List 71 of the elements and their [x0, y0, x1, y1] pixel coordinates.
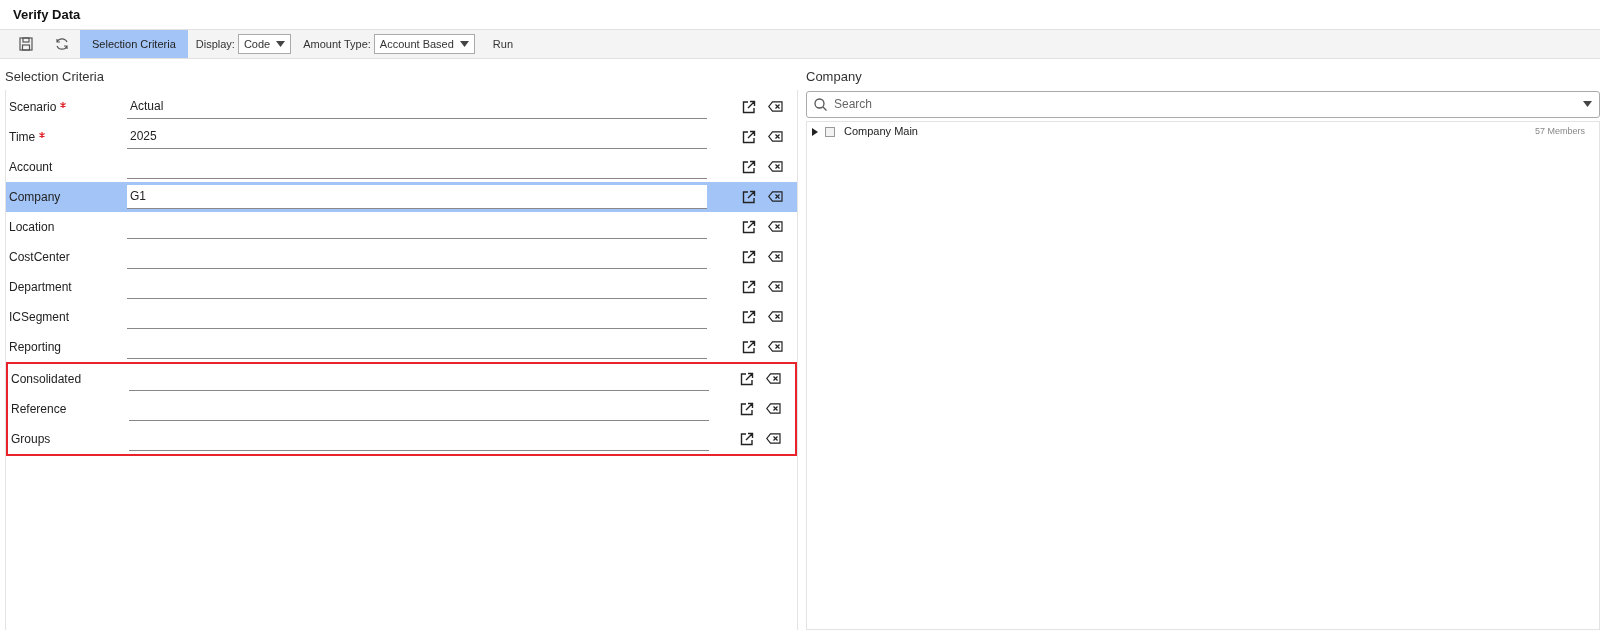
field-input[interactable]: 2025	[127, 124, 707, 149]
field-label: Time	[9, 127, 127, 146]
open-external-icon[interactable]	[742, 129, 756, 144]
open-external-icon[interactable]	[742, 219, 756, 234]
clear-icon[interactable]	[766, 403, 781, 414]
criteria-row[interactable]: Groups	[8, 423, 795, 454]
criteria-row[interactable]: Time 2025	[6, 121, 797, 152]
clear-icon[interactable]	[768, 131, 783, 142]
open-external-icon[interactable]	[742, 279, 756, 294]
criteria-row[interactable]: Location	[6, 211, 797, 242]
field-label: Reference	[11, 400, 68, 418]
caret-icon	[459, 41, 469, 47]
criteria-row[interactable]: CostCenter	[6, 241, 797, 272]
open-external-icon[interactable]	[742, 339, 756, 354]
amount-type-dropdown[interactable]: Account Based	[373, 34, 475, 54]
field-label: Scenario	[9, 97, 127, 116]
clear-icon[interactable]	[768, 251, 783, 262]
clear-icon[interactable]	[768, 341, 783, 352]
search-field[interactable]: Search	[806, 90, 1600, 118]
field-label: Account	[9, 158, 54, 176]
clear-icon[interactable]	[768, 101, 783, 112]
criteria-row[interactable]: Consolidated	[8, 363, 795, 394]
field-input[interactable]: Actual	[127, 94, 707, 119]
field-label: Consolidated	[11, 370, 83, 388]
refresh-icon[interactable]	[55, 37, 69, 51]
clear-icon[interactable]	[768, 281, 783, 292]
criteria-row[interactable]: Scenario Actual	[6, 91, 797, 122]
clear-icon[interactable]	[768, 311, 783, 322]
amount-type-label: Amount Type:	[303, 36, 371, 52]
open-external-icon[interactable]	[740, 431, 754, 446]
clear-icon[interactable]	[768, 221, 783, 232]
collapsed-caret-icon[interactable]	[812, 127, 818, 136]
criteria-row[interactable]: Company G1	[6, 181, 797, 212]
panel-title: Company	[806, 68, 863, 86]
field-label: ICSegment	[9, 308, 71, 326]
search-icon	[814, 97, 827, 111]
display-dropdown[interactable]: Code	[237, 34, 292, 54]
criteria-row[interactable]: Account	[6, 151, 797, 182]
open-external-icon[interactable]	[740, 371, 754, 386]
field-label: Reporting	[9, 338, 63, 356]
open-external-icon[interactable]	[740, 401, 754, 416]
field-label: Groups	[11, 430, 52, 448]
member-count: 57 Members	[1534, 124, 1585, 138]
section-title: Selection Criteria	[5, 68, 105, 86]
caret-icon	[276, 41, 286, 47]
clear-icon[interactable]	[766, 373, 781, 384]
open-external-icon[interactable]	[742, 309, 756, 324]
caret-icon	[1583, 100, 1592, 107]
clear-icon[interactable]	[768, 161, 783, 172]
selection-criteria-button[interactable]: Selection Criteria	[80, 30, 188, 58]
field-label: Department	[9, 278, 73, 296]
field-label: Location	[9, 218, 56, 236]
field-input[interactable]: G1	[127, 184, 707, 209]
tree-item-label[interactable]: Company Main	[844, 123, 918, 140]
clear-icon[interactable]	[766, 433, 781, 444]
display-label: Display:	[195, 36, 235, 52]
open-external-icon[interactable]	[742, 249, 756, 264]
criteria-row[interactable]: ICSegment	[6, 301, 797, 332]
run-button[interactable]: Run	[490, 35, 516, 53]
criteria-row[interactable]: Department	[6, 271, 797, 302]
checkbox[interactable]	[825, 126, 835, 137]
window-title: Verify Data	[13, 5, 81, 24]
field-label: Company	[9, 188, 62, 206]
save-icon[interactable]	[19, 37, 33, 51]
criteria-row[interactable]: Reporting	[6, 331, 797, 362]
open-external-icon[interactable]	[742, 189, 756, 204]
clear-icon[interactable]	[768, 191, 783, 202]
open-external-icon[interactable]	[742, 159, 756, 174]
criteria-row[interactable]: Reference	[8, 393, 795, 424]
open-external-icon[interactable]	[742, 99, 756, 114]
field-label: CostCenter	[9, 248, 71, 266]
